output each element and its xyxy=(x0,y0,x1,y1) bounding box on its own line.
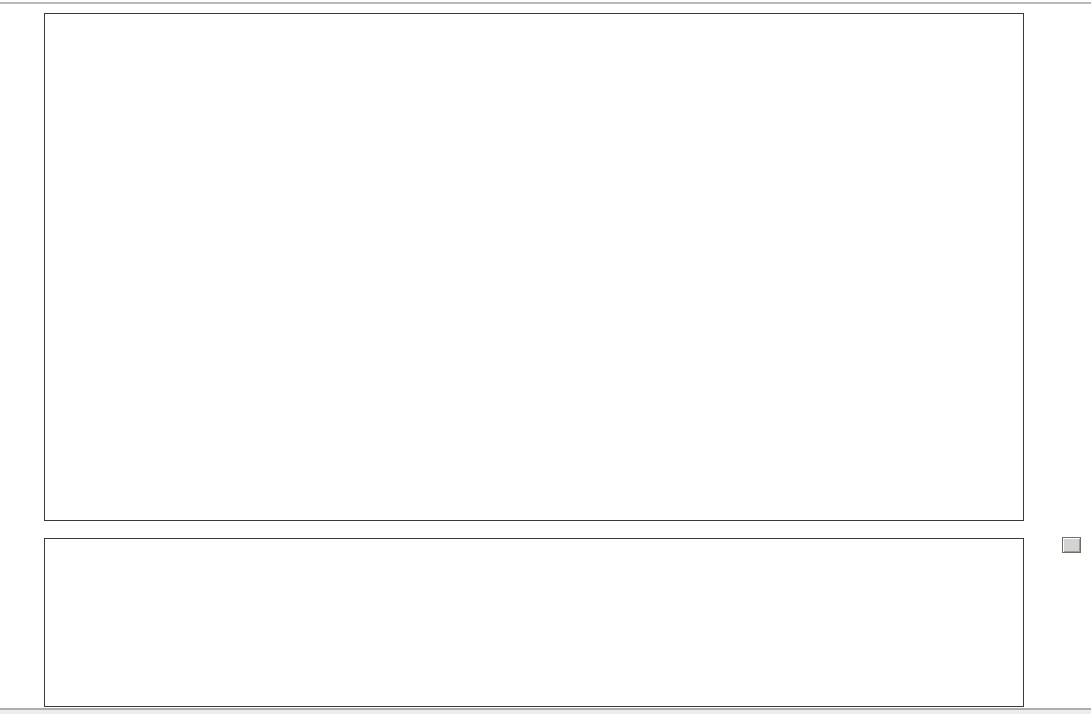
window-strip-bottom xyxy=(0,710,1091,714)
price-chart-plot[interactable] xyxy=(45,14,1023,520)
volume-chart-panel[interactable] xyxy=(44,538,1024,707)
price-chart-panel[interactable] xyxy=(44,13,1024,521)
window-border-top xyxy=(0,2,1091,4)
close-button[interactable] xyxy=(1062,537,1081,553)
volume-chart-plot[interactable] xyxy=(45,539,1023,706)
